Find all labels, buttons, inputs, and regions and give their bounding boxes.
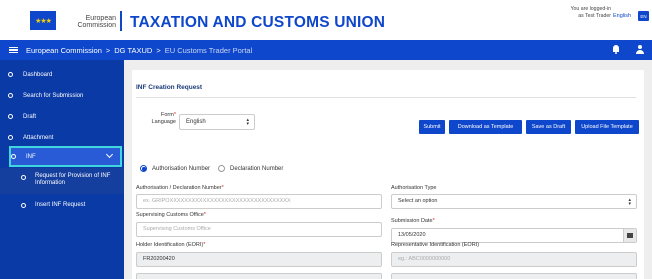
form-language-label-2: Language bbox=[151, 119, 176, 125]
org-name: European Commission bbox=[62, 15, 116, 29]
site-title: TAXATION AND CUSTOMS UNION bbox=[130, 14, 386, 31]
auth-type-value: Select an option bbox=[398, 198, 438, 204]
sidebar-item-label: INF bbox=[26, 153, 36, 160]
submit-button[interactable]: Submit bbox=[419, 120, 445, 134]
sidebar-item-label: Search for Submission bbox=[23, 92, 84, 99]
next-field-input bbox=[391, 273, 637, 279]
login-line2: as Test Trader bbox=[578, 12, 611, 19]
form-language-label: Form* Language bbox=[144, 112, 176, 126]
auth-type-label: Authorisation Type bbox=[391, 185, 437, 191]
auth-type-select[interactable]: Select an option ▴ ▾ bbox=[391, 194, 637, 209]
org-line1: European bbox=[85, 15, 116, 22]
chevron-down-icon bbox=[105, 150, 114, 159]
radio-authorisation-label: Authorisation Number bbox=[152, 165, 211, 172]
form-language-label-1: Form bbox=[161, 112, 174, 118]
menu-icon[interactable] bbox=[9, 46, 18, 54]
circle-icon bbox=[8, 114, 13, 119]
supervising-office-label: Supervising Customs Office* bbox=[136, 212, 206, 218]
sidebar-item-label: Dashboard bbox=[23, 71, 53, 78]
representative-id-label: Representative Identification (EORI) bbox=[391, 242, 480, 248]
top-navbar: European Commission > DG TAXUD > EU Cust… bbox=[0, 40, 652, 60]
supervising-office-input[interactable]: Supervising Customs Office bbox=[136, 222, 382, 237]
circle-icon bbox=[8, 93, 13, 98]
circle-icon bbox=[8, 72, 13, 77]
breadcrumb-separator: > bbox=[156, 45, 161, 55]
form-language-select[interactable]: English ▴ ▾ bbox=[179, 114, 255, 130]
sidebar-subitem-label: Insert INF Request bbox=[35, 202, 86, 208]
holder-id-label: Holder Identification (EORI)* bbox=[136, 242, 206, 248]
sidebar-item-label: Draft bbox=[23, 113, 37, 120]
eu-flag-logo[interactable]: ★★★ bbox=[30, 11, 56, 30]
number-type-radio-group: Authorisation Number Declaration Number bbox=[140, 165, 283, 172]
language-selector[interactable]: English bbox=[613, 13, 631, 19]
submission-date-label: Submission Date* bbox=[391, 218, 435, 224]
sidebar-item-draft[interactable]: Draft bbox=[0, 106, 124, 127]
form-title: INF Creation Request bbox=[136, 84, 203, 91]
radio-authorisation-number[interactable] bbox=[140, 165, 147, 172]
org-line2: Commission bbox=[77, 22, 116, 29]
circle-icon bbox=[11, 154, 16, 159]
save-draft-button[interactable]: Save as Draft bbox=[526, 120, 571, 134]
bell-icon[interactable] bbox=[612, 45, 620, 54]
sidebar-item-label: Attachment bbox=[23, 134, 54, 141]
sidebar-item-inf[interactable]: INF bbox=[9, 146, 122, 167]
main-content: INF Creation Request Form* Language Engl… bbox=[124, 60, 652, 279]
circle-icon bbox=[8, 135, 13, 140]
submission-date-input[interactable]: 13/05/2020 bbox=[391, 228, 637, 243]
sidebar-subitem-insert-inf[interactable]: Insert INF Request bbox=[0, 197, 124, 215]
auth-decl-number-label: Authorisation / Declaration Number* bbox=[136, 185, 224, 191]
breadcrumb-trader-portal: EU Customs Trader Portal bbox=[164, 45, 253, 55]
breadcrumb-european-commission[interactable]: European Commission bbox=[26, 46, 102, 55]
sidebar-item-attachment[interactable]: Attachment bbox=[0, 127, 124, 148]
top-header: ★★★ European Commission TAXATION AND CUS… bbox=[0, 0, 652, 40]
sort-arrows-icon: ▴ ▾ bbox=[628, 197, 631, 207]
radio-declaration-number[interactable] bbox=[218, 165, 226, 172]
breadcrumb-separator: > bbox=[105, 45, 111, 55]
sidebar-item-dashboard[interactable]: Dashboard bbox=[0, 64, 124, 85]
form-panel: INF Creation Request Form* Language Engl… bbox=[132, 70, 644, 279]
sidebar-subitem-request-inf[interactable]: Request for Provision of INF Information bbox=[0, 168, 124, 194]
circle-icon bbox=[21, 203, 26, 208]
circle-icon bbox=[21, 175, 26, 180]
login-status: You are logged-in as Test Trader bbox=[555, 6, 611, 19]
representative-id-input: eg.: ABC0000000000 bbox=[391, 252, 637, 267]
form-language-value: English bbox=[186, 119, 206, 125]
sidebar-item-search-submission[interactable]: Search for Submission bbox=[0, 85, 124, 106]
header-divider bbox=[120, 11, 122, 31]
upload-template-button[interactable]: Upload File Template bbox=[575, 120, 639, 134]
divider bbox=[136, 97, 636, 98]
auth-decl-number-input[interactable]: ex. GRIPOXXXXXXXXXXXXXXXXXXXXXXXXXXXXXXX… bbox=[136, 194, 382, 209]
user-icon[interactable] bbox=[636, 45, 644, 54]
holder-id-input: FR20200420 bbox=[136, 252, 382, 267]
breadcrumb-dg-taxud[interactable]: DG TAXUD bbox=[114, 46, 152, 55]
download-template-button[interactable]: Download as Template bbox=[449, 120, 522, 134]
language-code-badge[interactable]: EN bbox=[638, 11, 649, 21]
sidebar: Dashboard Search for Submission Draft At… bbox=[0, 60, 124, 279]
submission-date-value: 13/05/2020 bbox=[398, 232, 426, 238]
sidebar-subitem-label: Request for Provision of INF Information bbox=[35, 173, 111, 186]
calendar-icon[interactable] bbox=[623, 229, 636, 242]
radio-declaration-label: Declaration Number bbox=[230, 165, 284, 172]
sort-arrows-icon: ▴ ▾ bbox=[246, 117, 249, 127]
next-field-input bbox=[136, 273, 382, 279]
